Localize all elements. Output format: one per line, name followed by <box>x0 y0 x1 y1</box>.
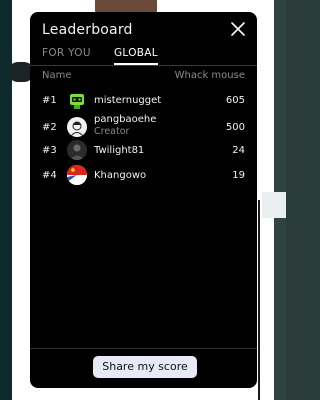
rank: #3 <box>42 145 57 156</box>
footer-divider <box>30 348 257 349</box>
score: 605 <box>225 95 245 106</box>
user-role: Creator <box>94 126 130 137</box>
score: 500 <box>225 122 245 133</box>
score: 19 <box>232 170 245 181</box>
leaderboard-row[interactable]: #2 pangbaoehe Creator 500 <box>30 114 257 142</box>
leaderboard-row[interactable]: #3 Twilight81 24 <box>30 139 257 163</box>
rank: #4 <box>42 170 57 181</box>
sketch-portrait-avatar <box>67 117 87 137</box>
leaderboard-row[interactable]: #4 Khangowo 19 <box>30 164 257 188</box>
column-header-game: Whack mouse <box>174 70 245 81</box>
leaderboard-modal: Leaderboard FOR YOU GLOBAL Name Whack mo… <box>30 12 257 388</box>
leaderboard-row[interactable]: #1 misternugget 605 <box>30 90 257 114</box>
username: misternugget <box>94 95 162 106</box>
username: Khangowo <box>94 170 147 181</box>
dark-photo-avatar <box>67 140 87 160</box>
background-block <box>262 192 286 218</box>
column-header-name: Name <box>42 70 72 81</box>
background-divider <box>258 200 260 400</box>
rank: #2 <box>42 122 57 133</box>
green-robot-avatar <box>67 91 87 111</box>
share-score-button[interactable]: Share my score <box>93 356 197 378</box>
score: 24 <box>232 145 245 156</box>
username: pangbaoehe <box>94 114 157 125</box>
flag-avatar <box>67 165 87 185</box>
username: Twilight81 <box>94 145 145 156</box>
tab-for-you[interactable]: FOR YOU <box>42 47 91 64</box>
leaderboard-tabs: FOR YOU GLOBAL <box>30 47 257 66</box>
tab-global[interactable]: GLOBAL <box>114 47 158 65</box>
rank: #1 <box>42 95 57 106</box>
close-icon[interactable] <box>228 19 248 39</box>
background-left-strip <box>0 0 12 400</box>
modal-title: Leaderboard <box>42 22 133 38</box>
